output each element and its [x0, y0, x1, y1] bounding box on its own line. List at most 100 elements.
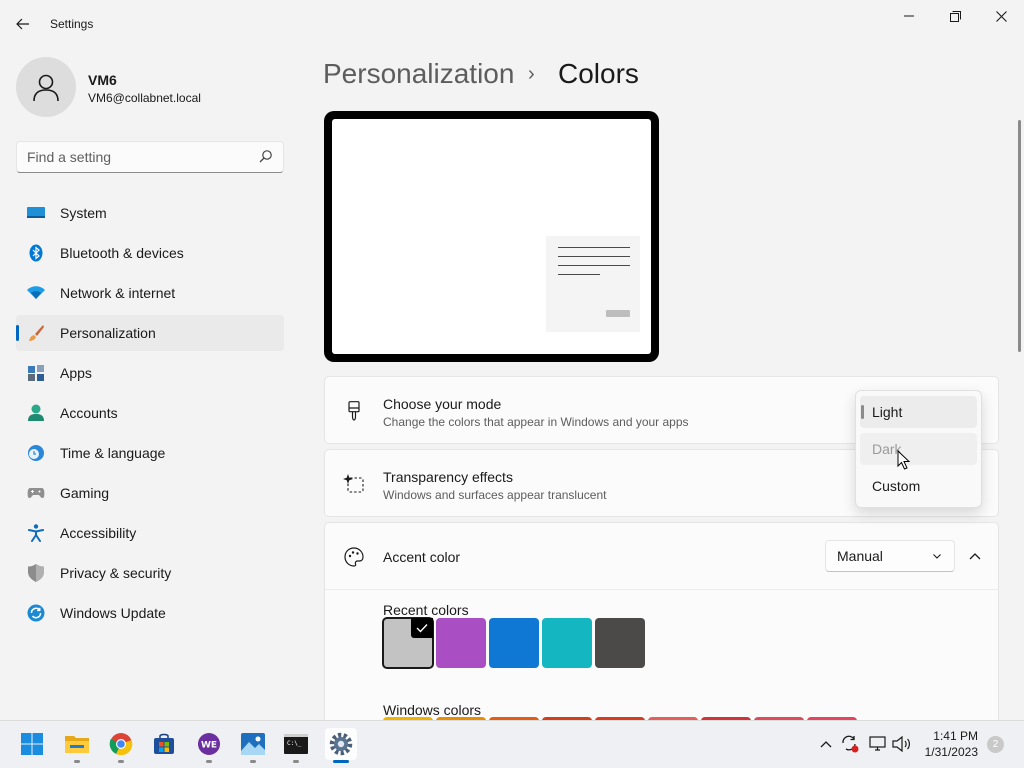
sidebar-nav: System Bluetooth & devices Network & int…	[16, 195, 284, 635]
sidebar-item-label: Bluetooth & devices	[60, 245, 184, 261]
mode-option-dark[interactable]: Dark	[860, 433, 977, 465]
taskbar-photos[interactable]	[237, 728, 269, 760]
mode-option-light[interactable]: Light	[860, 396, 977, 428]
scrollbar[interactable]	[1018, 120, 1021, 352]
sidebar-item-apps[interactable]: Apps	[16, 355, 284, 391]
paintbrush-icon	[343, 400, 365, 422]
chevron-up-icon	[820, 741, 832, 748]
sidebar-item-accounts[interactable]: Accounts	[16, 395, 284, 431]
file-explorer-icon	[65, 736, 89, 753]
back-button[interactable]	[8, 10, 38, 38]
taskbar-webex[interactable]: WE	[193, 728, 225, 760]
taskbar-store[interactable]	[148, 728, 180, 760]
sidebar-item-system[interactable]: System	[16, 195, 284, 231]
page-title: Colors	[558, 58, 639, 89]
preview-button	[606, 310, 630, 317]
color-swatch[interactable]	[542, 618, 592, 668]
taskbar-terminal[interactable]: C:\_	[280, 728, 312, 760]
mode-title: Choose your mode	[383, 396, 502, 412]
tray-volume-button[interactable]	[892, 734, 912, 754]
terminal-icon: C:\_	[284, 734, 308, 754]
sidebar-item-label: Network & internet	[60, 285, 176, 301]
sidebar-item-windows-update[interactable]: Windows Update	[16, 595, 284, 631]
sidebar-item-privacy[interactable]: Privacy & security	[16, 555, 284, 591]
sidebar-item-personalization[interactable]: Personalization	[16, 315, 284, 351]
sidebar-item-label: System	[60, 205, 107, 221]
app-title: Settings	[50, 17, 94, 31]
windows-colors-label: Windows colors	[383, 702, 482, 718]
search-input[interactable]	[17, 142, 237, 172]
clock-date[interactable]: 1/31/2023	[918, 745, 978, 759]
system-icon	[26, 203, 46, 223]
tray-network-button[interactable]	[868, 734, 888, 754]
palette-icon	[343, 546, 365, 568]
user-icon	[33, 74, 59, 102]
sidebar-item-label: Apps	[60, 365, 92, 381]
accent-collapse-button[interactable]	[962, 542, 988, 570]
accent-mode-dropdown[interactable]: Manual	[825, 540, 955, 572]
svg-text:WE: WE	[201, 741, 217, 751]
mode-option-custom[interactable]: Custom	[860, 470, 977, 502]
sidebar-item-bluetooth[interactable]: Bluetooth & devices	[16, 235, 284, 271]
sidebar-item-gaming[interactable]: Gaming	[16, 475, 284, 511]
back-arrow-icon	[16, 18, 29, 30]
restore-button[interactable]	[932, 0, 978, 32]
volume-icon	[892, 736, 910, 752]
notification-badge[interactable]: 2	[987, 736, 1004, 753]
sparkle-icon	[343, 473, 365, 495]
preview-desktop	[332, 119, 651, 354]
sidebar-item-accessibility[interactable]: Accessibility	[16, 515, 284, 551]
start-button[interactable]	[16, 728, 48, 760]
taskbar-file-explorer[interactable]	[61, 728, 93, 760]
taskbar-chrome[interactable]	[105, 728, 137, 760]
time-language-icon	[26, 443, 46, 463]
minimize-icon	[904, 15, 914, 17]
sidebar-item-label: Personalization	[60, 325, 156, 341]
sync-icon	[842, 735, 859, 753]
sidebar-item-label: Time & language	[60, 445, 166, 461]
svg-text:C:\_: C:\_	[287, 740, 302, 747]
sidebar-item-label: Accounts	[60, 405, 118, 421]
gamepad-icon	[26, 483, 46, 503]
accent-title: Accent color	[383, 549, 461, 565]
taskbar-settings[interactable]	[325, 728, 357, 760]
brush-icon	[26, 323, 46, 343]
accent-mode-value: Manual	[837, 548, 883, 564]
search-icon[interactable]	[259, 149, 273, 163]
update-icon	[26, 603, 46, 623]
minimize-button[interactable]	[886, 0, 932, 32]
start-icon	[21, 733, 43, 755]
wifi-icon	[26, 283, 46, 303]
color-swatch[interactable]	[595, 618, 645, 668]
accessibility-icon	[26, 523, 46, 543]
color-swatch[interactable]	[489, 618, 539, 668]
sidebar-item-time-language[interactable]: Time & language	[16, 435, 284, 471]
color-swatch[interactable]	[382, 617, 434, 669]
sidebar-item-label: Windows Update	[60, 605, 166, 621]
transparency-title: Transparency effects	[383, 469, 513, 485]
close-button[interactable]	[978, 0, 1024, 32]
user-email: VM6@collabnet.local	[88, 91, 201, 105]
sidebar-item-label: Gaming	[60, 485, 110, 501]
tray-overflow-button[interactable]	[816, 734, 836, 754]
theme-preview	[324, 111, 659, 362]
clock-time[interactable]: 1:41 PM	[918, 729, 978, 743]
mouse-cursor-icon	[897, 450, 911, 470]
search-box[interactable]	[16, 141, 284, 173]
shield-icon	[26, 563, 46, 583]
breadcrumb-parent[interactable]: Personalization	[323, 58, 514, 90]
user-name: VM6	[88, 72, 117, 88]
photos-icon	[241, 733, 265, 755]
close-icon	[995, 10, 1007, 22]
bluetooth-icon	[26, 243, 46, 263]
webex-icon: WE	[198, 733, 220, 755]
mode-flyout-menu: Light Dark Custom	[855, 390, 982, 508]
chevron-up-icon	[969, 553, 981, 560]
network-icon	[869, 736, 886, 751]
sidebar-item-network[interactable]: Network & internet	[16, 275, 284, 311]
recent-colors-label: Recent colors	[383, 602, 469, 618]
avatar[interactable]	[16, 57, 76, 117]
color-swatch[interactable]	[436, 618, 486, 668]
store-icon	[154, 733, 174, 754]
tray-sync-button[interactable]	[840, 734, 860, 754]
